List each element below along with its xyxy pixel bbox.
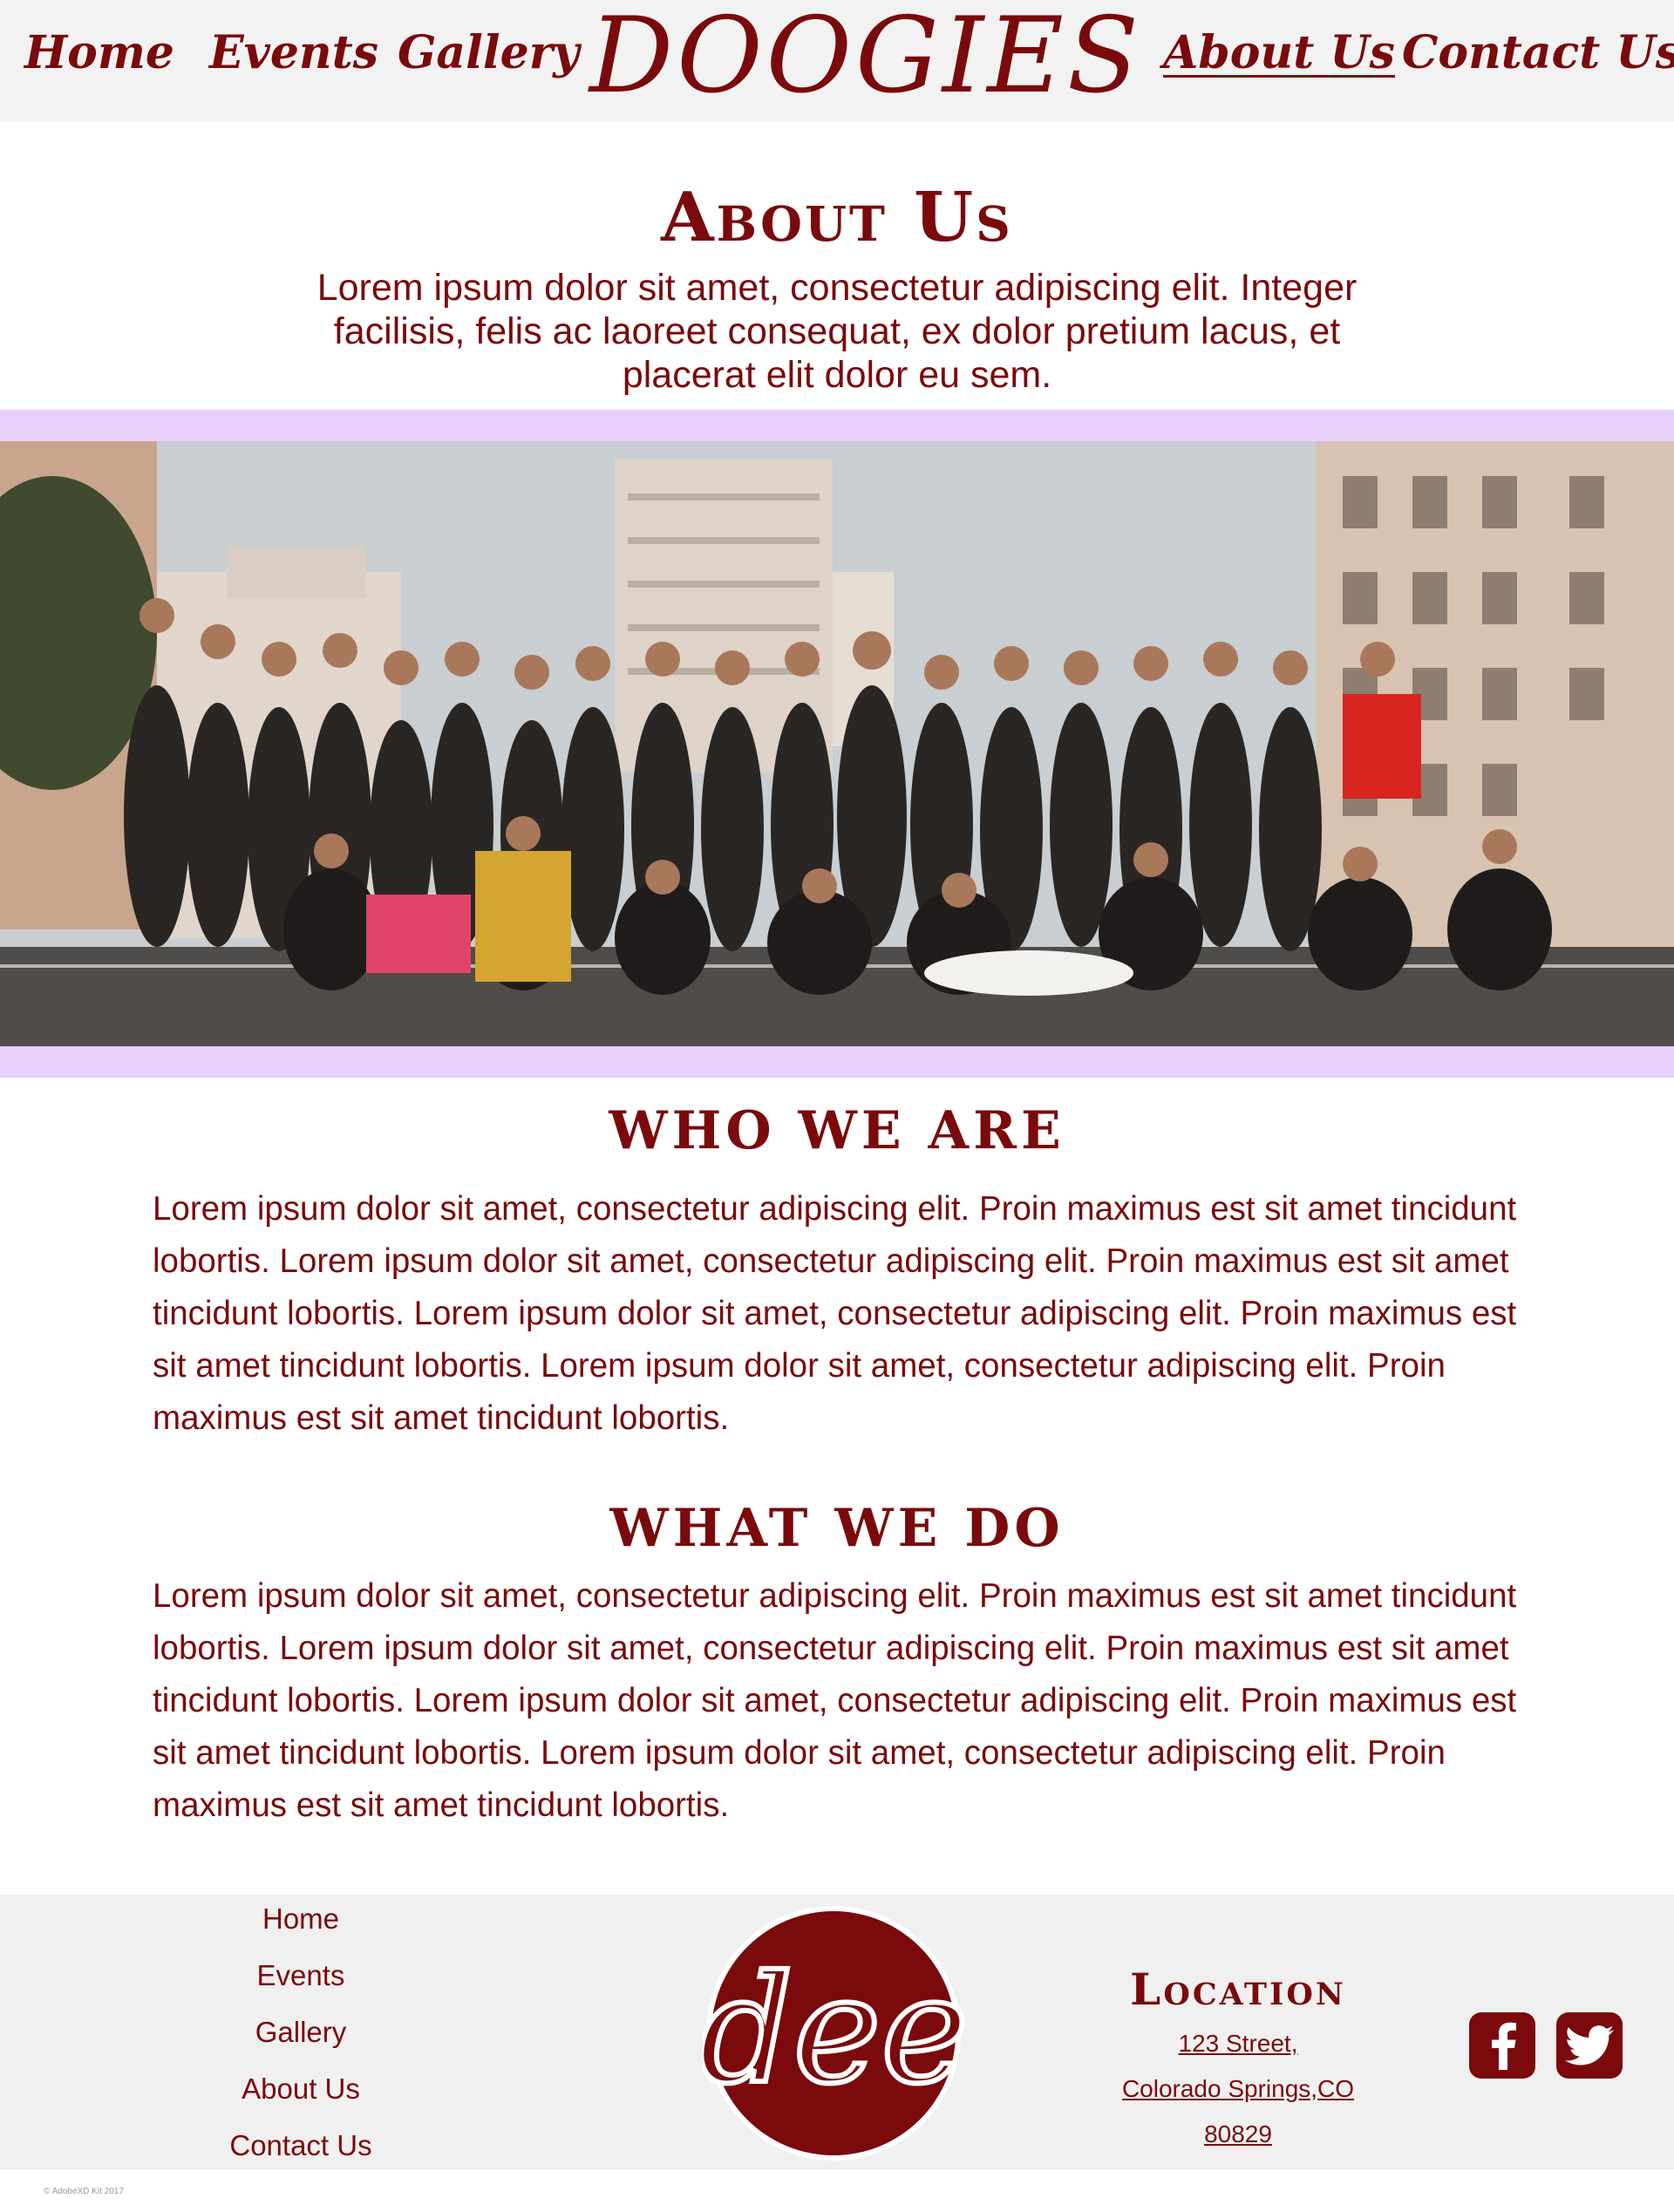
site-header: Home Events Gallery DOOGIES About Us Con… [0, 0, 1674, 122]
what-we-do-text: Lorem ipsum dolor sit amet, consectetur … [153, 1577, 1517, 1824]
footer-logo[interactable]: dee [696, 1902, 973, 2161]
facebook-icon [1492, 2022, 1516, 2070]
address: 123 Street, Colorado Springs,CO 80829 [1064, 2021, 1412, 2157]
footer-events-link[interactable]: Events [174, 1947, 427, 2004]
address-line-street[interactable]: 123 Street, [1064, 2021, 1412, 2066]
nav-contact-link[interactable]: Contact Us [1402, 26, 1674, 79]
footer-logo-monogram: dee [703, 1944, 969, 2117]
site-logo[interactable]: DOOGIES [589, 0, 1142, 113]
hero-band-bottom [0, 1046, 1674, 1078]
address-line-city[interactable]: Colorado Springs,CO [1064, 2066, 1412, 2112]
nav-about-link[interactable]: About Us [1163, 26, 1395, 79]
who-we-are-text: Lorem ipsum dolor sit amet, consectetur … [153, 1190, 1517, 1437]
footer-nav: Home Events Gallery About Us Contact Us [174, 1890, 427, 2174]
twitter-button[interactable] [1556, 2012, 1623, 2079]
page-title: About Us [661, 178, 1013, 257]
what-we-do-heading: WHAT WE DO [609, 1498, 1065, 1559]
hero-group-photo [0, 441, 1674, 1046]
footer-logo-mark: dee [696, 1906, 971, 2161]
address-line-zip[interactable]: 80829 [1064, 2112, 1412, 2157]
footer-gallery-link[interactable]: Gallery [174, 2004, 427, 2060]
nav-gallery-link[interactable]: Gallery [398, 26, 579, 79]
footer-about-link[interactable]: About Us [174, 2060, 427, 2117]
footer-contact-link[interactable]: Contact Us [174, 2117, 427, 2174]
twitter-icon [1565, 2025, 1614, 2066]
who-we-are-heading: WHO WE ARE [609, 1100, 1065, 1161]
nav-events-link[interactable]: Events [209, 26, 378, 79]
group-photo-illustration [0, 441, 1674, 1046]
nav-home-link[interactable]: Home [24, 26, 174, 79]
hero-band-top [0, 410, 1674, 441]
location-heading: Location [1130, 1964, 1346, 2015]
intro-text: Lorem ipsum dolor sit amet, consectetur … [316, 267, 1358, 396]
footer-home-link[interactable]: Home [174, 1890, 427, 1947]
facebook-button[interactable] [1469, 2012, 1535, 2079]
copyright: © AdobeXD Kit 2017 [44, 2187, 124, 2196]
